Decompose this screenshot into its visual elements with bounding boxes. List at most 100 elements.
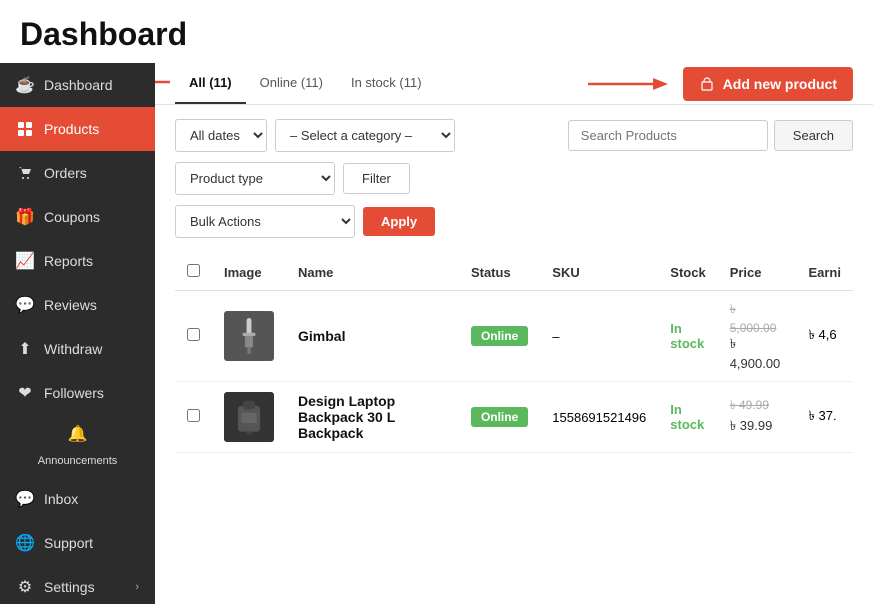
sidebar-item-label: Support (44, 535, 139, 551)
inbox-icon: 💬 (16, 490, 34, 508)
sidebar-item-products[interactable]: Products (0, 107, 155, 151)
support-icon: 🌐 (16, 534, 34, 552)
product-name: Design Laptop Backpack 30 L Backpack (298, 393, 395, 441)
product-earnings-cell: ৳ 4,6 (796, 291, 853, 382)
sidebar-item-dashboard[interactable]: ☕ Dashboard (0, 63, 155, 107)
reviews-icon: 💬 (16, 296, 34, 314)
price-sale: ৳ 39.99 (730, 417, 785, 438)
sidebar-item-label: Products (44, 121, 139, 137)
product-price-cell: ৳ 5,000.00 ৳ 4,900.00 (718, 291, 797, 382)
table-row: Design Laptop Backpack 30 L Backpack Onl… (175, 382, 853, 453)
sidebar-item-label: Coupons (44, 209, 139, 225)
col-stock: Stock (658, 254, 717, 291)
sidebar-item-orders[interactable]: Orders (0, 151, 155, 195)
product-image (224, 392, 274, 442)
products-table-wrapper: Image Name Status SKU Stock Price Earni (155, 254, 873, 453)
tab-online[interactable]: Online (11) (246, 63, 337, 104)
sidebar-item-label: Announcements (38, 455, 118, 467)
sidebar-item-settings[interactable]: ⚙ Settings › (0, 565, 155, 604)
product-name-cell: Gimbal (286, 291, 459, 382)
sidebar: ☕ Dashboard Products Orders 🎁 Coupons 📈 … (0, 63, 155, 604)
reports-icon: 📈 (16, 252, 34, 270)
chevron-right-icon: › (135, 581, 139, 593)
col-checkbox (175, 254, 212, 291)
sidebar-item-label: Withdraw (44, 341, 139, 357)
products-table: Image Name Status SKU Stock Price Earni (175, 254, 853, 453)
status-badge: Online (471, 326, 528, 346)
sidebar-item-withdraw[interactable]: ⬆ Withdraw (0, 327, 155, 371)
sidebar-item-coupons[interactable]: 🎁 Coupons (0, 195, 155, 239)
product-name-cell: Design Laptop Backpack 30 L Backpack (286, 382, 459, 453)
col-name: Name (286, 254, 459, 291)
backpack-svg (231, 399, 267, 435)
products-icon (16, 120, 34, 138)
sidebar-item-reviews[interactable]: 💬 Reviews (0, 283, 155, 327)
table-row: Gimbal Online – Instock ৳ 5,000.00 ৳ 4,9… (175, 291, 853, 382)
add-new-product-button[interactable]: Add new product (683, 67, 853, 101)
product-image (224, 311, 274, 361)
tab-all[interactable]: All (11) (175, 63, 246, 104)
product-sku-cell: – (540, 291, 658, 382)
arrow-to-add-product (583, 72, 673, 96)
product-status-cell: Online (459, 382, 540, 453)
withdraw-icon: ⬆ (16, 340, 34, 358)
col-status: Status (459, 254, 540, 291)
coupons-icon: 🎁 (16, 208, 34, 226)
sidebar-item-followers[interactable]: ❤ Followers (0, 371, 155, 415)
sidebar-item-support[interactable]: 🌐 Support (0, 521, 155, 565)
sidebar-item-label: Followers (44, 385, 139, 401)
select-all-checkbox[interactable] (187, 264, 200, 277)
orders-icon (16, 164, 34, 182)
product-image-cell (212, 291, 286, 382)
apply-button[interactable]: Apply (363, 207, 435, 236)
price-sale: ৳ 4,900.00 (730, 335, 785, 371)
followers-icon: ❤ (16, 384, 34, 402)
price-original: ৳ 5,000.00 (730, 301, 785, 335)
sidebar-item-label: Dashboard (44, 77, 139, 93)
filter-button[interactable]: Filter (343, 163, 410, 194)
product-status-cell: Online (459, 291, 540, 382)
product-image-cell (212, 382, 286, 453)
col-price: Price (718, 254, 797, 291)
bulk-actions-select[interactable]: Bulk Actions (175, 205, 355, 238)
stock-status: Instock (670, 321, 704, 351)
product-earnings-cell: ৳ 37. (796, 382, 853, 453)
dashboard-icon: ☕ (16, 76, 34, 94)
row-checkbox-cell (175, 291, 212, 382)
status-badge: Online (471, 407, 528, 427)
gimbal-svg (231, 318, 267, 354)
product-stock-cell: Instock (658, 382, 717, 453)
stock-status: Instock (670, 402, 704, 432)
bag-icon (699, 76, 715, 92)
sidebar-item-label: Inbox (44, 491, 139, 507)
category-filter-select[interactable]: – Select a category – (275, 119, 455, 152)
row-checkbox[interactable] (187, 409, 200, 422)
sidebar-item-reports[interactable]: 📈 Reports (0, 239, 155, 283)
sidebar-item-inbox[interactable]: 💬 Inbox (0, 477, 155, 521)
sidebar-item-label: Settings (44, 579, 125, 595)
page-title: Dashboard (0, 0, 873, 63)
main-content: All (11) Online (11) In stock (11) (155, 63, 873, 604)
tabs-bar: All (11) Online (11) In stock (11) (155, 63, 873, 105)
row-checkbox[interactable] (187, 328, 200, 341)
sidebar-item-label: Reports (44, 253, 139, 269)
sidebar-item-announcements[interactable]: 🔔 Announcements (0, 415, 155, 477)
price-original: ৳ 49.99 (730, 397, 785, 417)
product-type-select[interactable]: Product type (175, 162, 335, 195)
col-earnings: Earni (796, 254, 853, 291)
row-checkbox-cell (175, 382, 212, 453)
tabs-list: All (11) Online (11) In stock (11) (175, 63, 436, 104)
search-products-input[interactable] (568, 120, 768, 151)
col-sku: SKU (540, 254, 658, 291)
col-image: Image (212, 254, 286, 291)
product-sku-cell: 1558691521496 (540, 382, 658, 453)
product-name: Gimbal (298, 328, 345, 344)
search-button[interactable]: Search (774, 120, 853, 151)
filters-area: All dates – Select a category – Search P… (155, 105, 873, 254)
settings-icon: ⚙ (16, 578, 34, 596)
date-filter-select[interactable]: All dates (175, 119, 267, 152)
tab-instock[interactable]: In stock (11) (337, 63, 436, 104)
announcements-icon: 🔔 (69, 425, 87, 443)
sidebar-item-label: Orders (44, 165, 139, 181)
product-stock-cell: Instock (658, 291, 717, 382)
